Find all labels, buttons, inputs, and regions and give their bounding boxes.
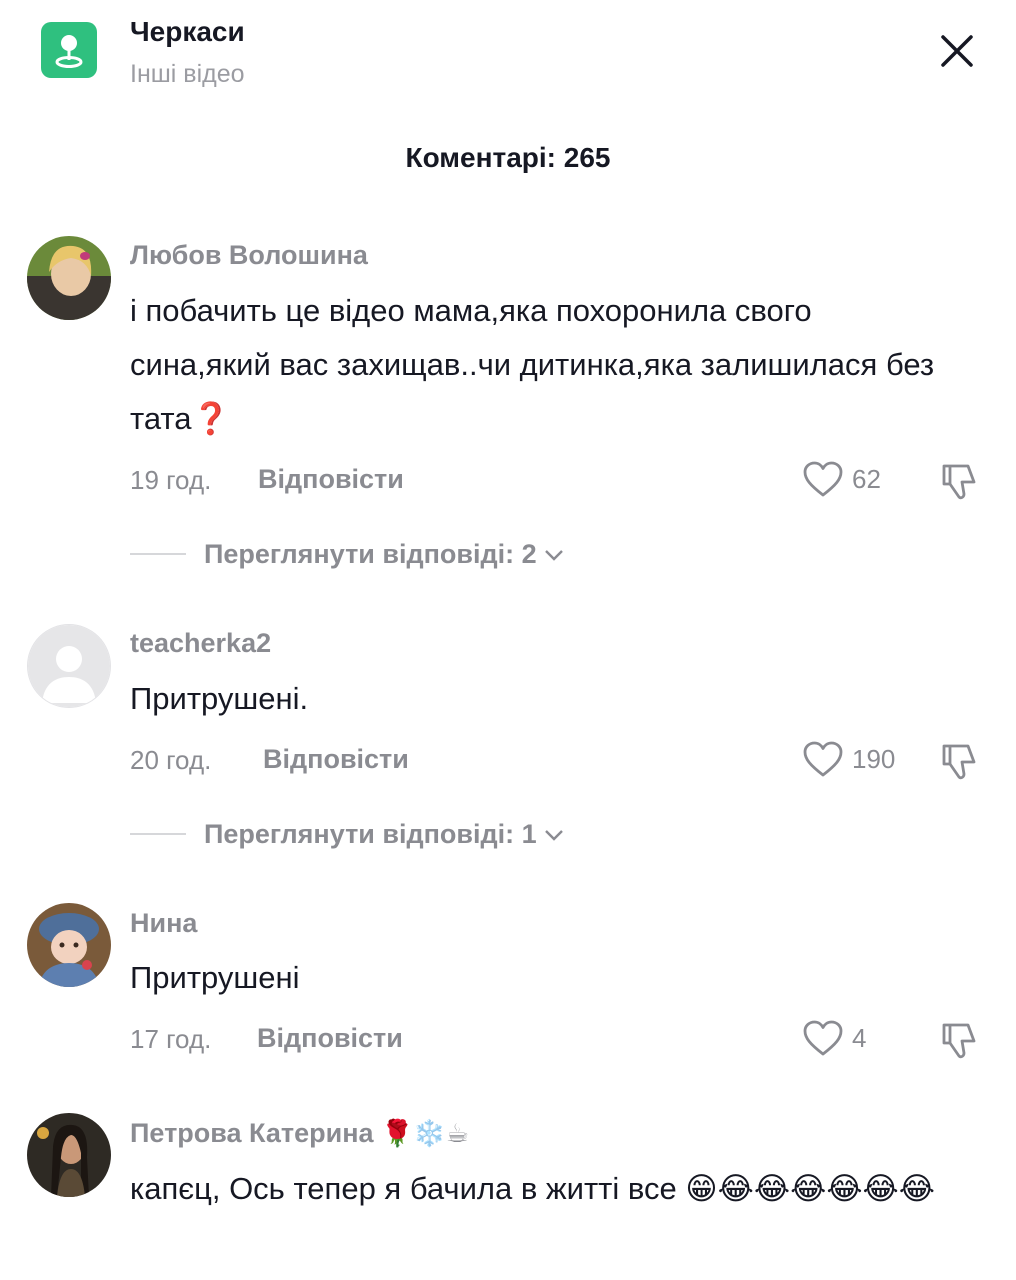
replies-divider bbox=[130, 833, 186, 835]
like-button[interactable] bbox=[802, 460, 844, 498]
comment-time: 17 год. bbox=[130, 1024, 212, 1054]
replies-divider bbox=[130, 553, 186, 555]
comment-text: Притрушені. bbox=[130, 681, 309, 716]
comment-username[interactable]: Нина bbox=[130, 908, 197, 939]
comment-username-text: Петрова Катерина bbox=[130, 1118, 374, 1148]
view-replies-label: Переглянути відповіді: 2 bbox=[204, 539, 537, 569]
thumbs-down-icon bbox=[942, 744, 976, 780]
comment-username[interactable]: Петрова Катерина 🌹❄️☕ bbox=[130, 1118, 469, 1149]
avatar[interactable] bbox=[27, 1113, 111, 1197]
avatar[interactable] bbox=[27, 903, 111, 987]
avatar[interactable] bbox=[27, 624, 111, 708]
like-button[interactable] bbox=[802, 740, 844, 778]
chevron-down-icon bbox=[544, 829, 563, 841]
view-replies-label: Переглянути відповіді: 1 bbox=[204, 819, 537, 849]
like-count: 190 bbox=[852, 744, 896, 774]
view-replies-button[interactable]: Переглянути відповіді: 2 bbox=[204, 539, 565, 570]
dislike-button[interactable] bbox=[938, 460, 982, 502]
heart-icon bbox=[803, 1020, 843, 1056]
like-count: 4 bbox=[852, 1023, 867, 1053]
thumbs-down-icon bbox=[942, 464, 976, 500]
location-badge[interactable] bbox=[41, 22, 97, 78]
comment-time: 20 год. bbox=[130, 745, 212, 775]
like-button[interactable] bbox=[802, 1019, 844, 1057]
like-count: 62 bbox=[852, 464, 881, 494]
view-replies-button[interactable]: Переглянути відповіді: 1 bbox=[204, 819, 565, 850]
reply-button[interactable]: Відповісти bbox=[263, 744, 409, 775]
heart-icon bbox=[803, 461, 843, 497]
close-button[interactable] bbox=[932, 26, 982, 76]
location-subtitle[interactable]: Інші відео bbox=[130, 60, 245, 89]
reply-button[interactable]: Відповісти bbox=[258, 464, 404, 495]
location-pin-icon bbox=[55, 35, 83, 68]
comments-count-title: Коментарі: 265 bbox=[405, 142, 611, 173]
comment-text: Притрушені bbox=[130, 960, 300, 995]
comment-username[interactable]: Любов Волошина bbox=[130, 240, 368, 271]
comment-text: капєц, Ось тепер я бачила в житті все 😁😂… bbox=[130, 1171, 935, 1206]
dislike-button[interactable] bbox=[938, 740, 982, 782]
comment-text: і побачить це відео мама,яка похоронила … bbox=[130, 293, 935, 436]
comment-username[interactable]: teacherka2 bbox=[130, 628, 271, 659]
heart-icon bbox=[803, 741, 843, 777]
reply-button[interactable]: Відповісти bbox=[257, 1023, 403, 1054]
thumbs-down-icon bbox=[942, 1023, 976, 1059]
dislike-button[interactable] bbox=[938, 1019, 982, 1061]
close-icon bbox=[941, 35, 973, 67]
avatar[interactable] bbox=[27, 236, 111, 320]
username-emojis: 🌹❄️☕ bbox=[381, 1118, 470, 1148]
comment-time: 19 год. bbox=[130, 465, 212, 495]
chevron-down-icon bbox=[544, 549, 563, 561]
location-title[interactable]: Черкаси bbox=[130, 16, 245, 48]
